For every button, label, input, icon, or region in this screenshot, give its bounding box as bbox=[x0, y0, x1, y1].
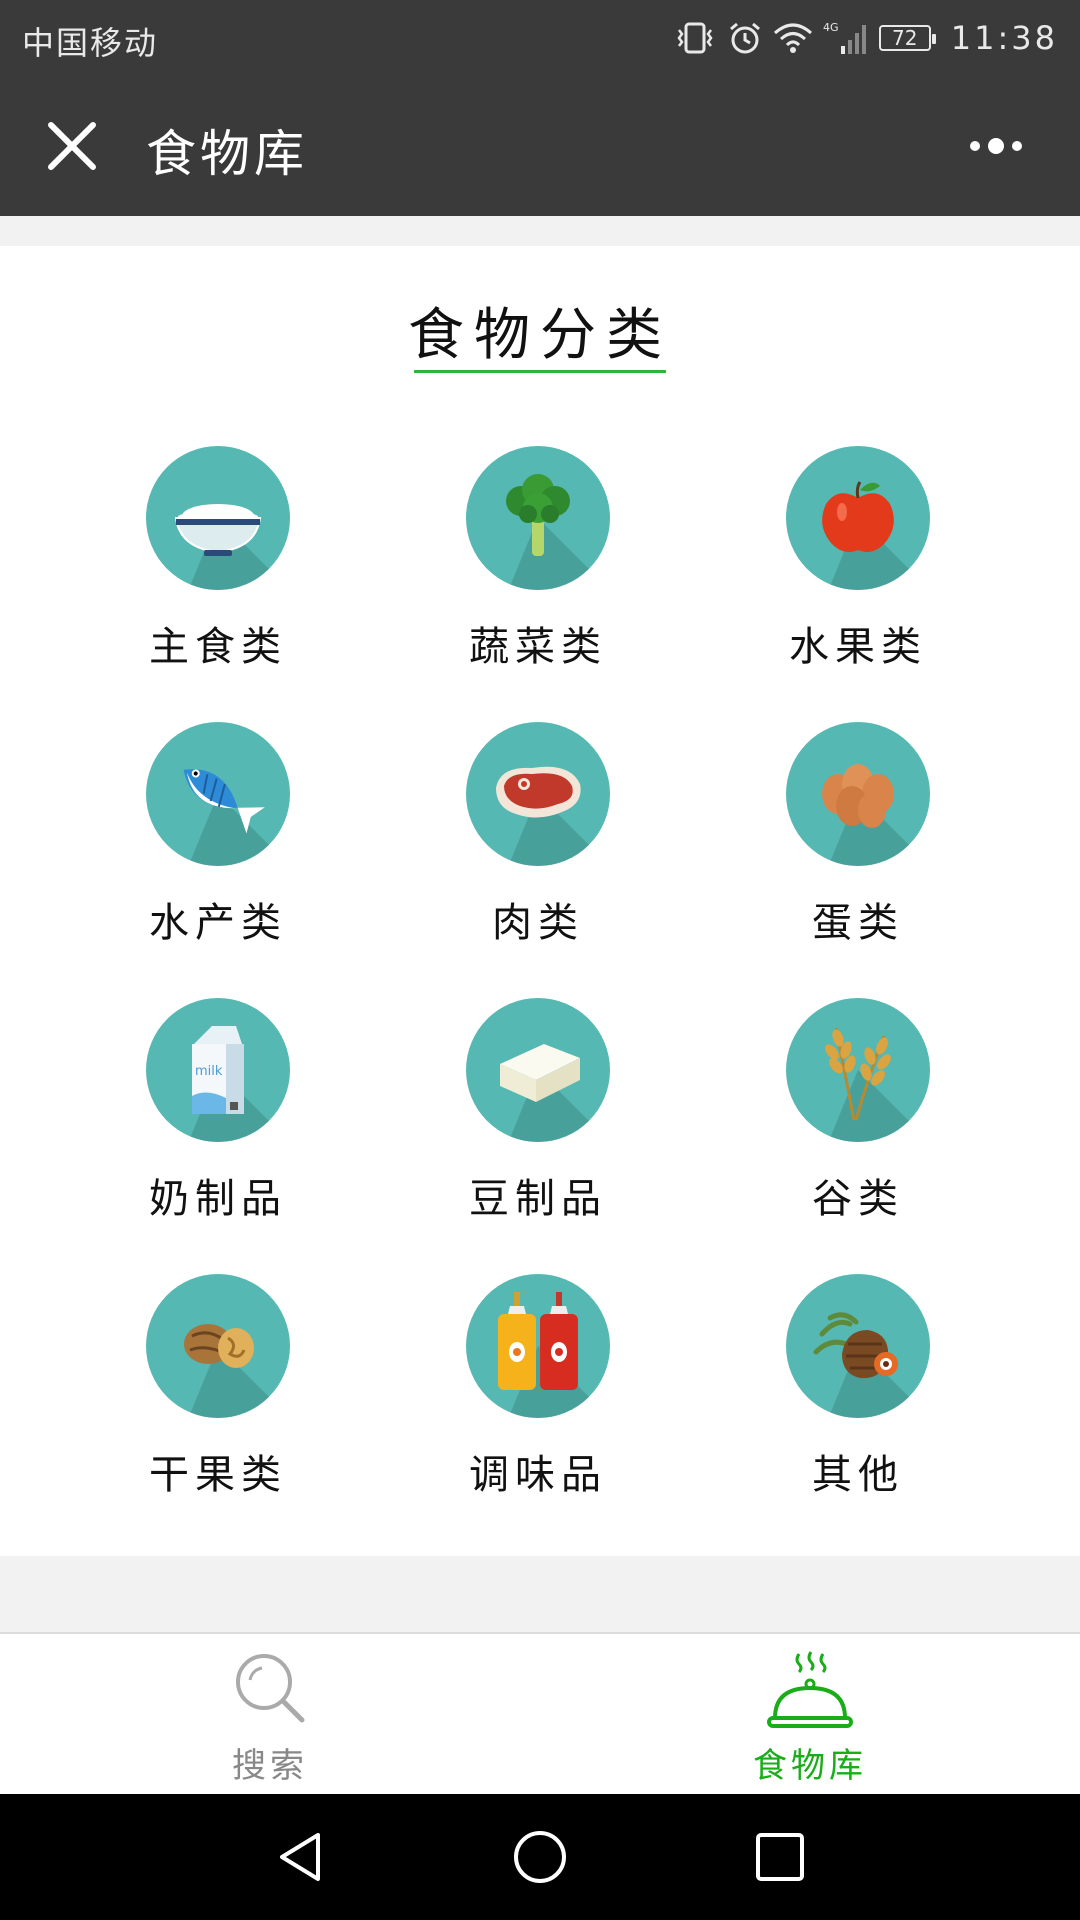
nav-home-button[interactable] bbox=[512, 1829, 568, 1885]
home-icon bbox=[514, 1831, 566, 1883]
status-icons: 4G 72 11:38 bbox=[673, 14, 1058, 62]
category-label: 蔬菜类 bbox=[469, 624, 607, 670]
milk-carton-icon: milk bbox=[146, 998, 290, 1142]
category-label: 谷类 bbox=[812, 1176, 904, 1222]
wheat-icon bbox=[786, 998, 930, 1142]
category-item-vegetable[interactable]: 蔬菜类 bbox=[376, 446, 696, 706]
fish-icon bbox=[146, 722, 290, 866]
category-item-other[interactable]: 其他 bbox=[696, 1274, 1016, 1534]
others-icon bbox=[786, 1274, 930, 1418]
food-category-card: 食物分类 主食类 蔬菜类 水果类 水产类 肉类 蛋类 milk 奶制品 豆制品 … bbox=[0, 246, 1080, 1556]
search-icon bbox=[236, 1654, 305, 1723]
category-item-egg[interactable]: 蛋类 bbox=[696, 722, 1016, 982]
category-item-meat[interactable]: 肉类 bbox=[376, 722, 696, 982]
wifi-icon bbox=[773, 21, 813, 55]
category-label: 豆制品 bbox=[469, 1176, 607, 1222]
tab-food-library[interactable]: 食物库 bbox=[540, 1634, 1080, 1796]
more-button[interactable] bbox=[946, 126, 1046, 166]
bottom-tab-bar: 搜索 食物库 bbox=[0, 1632, 1080, 1796]
broccoli-icon bbox=[466, 446, 610, 590]
vibrate-icon bbox=[673, 21, 717, 55]
rice-bowl-icon bbox=[146, 446, 290, 590]
category-label: 干果类 bbox=[149, 1452, 287, 1498]
carrier-name: 中国移动 bbox=[22, 24, 159, 62]
app-title: 食物库 bbox=[146, 125, 308, 183]
network-type: 4G bbox=[823, 21, 839, 34]
more-icon-dot bbox=[988, 138, 1004, 154]
more-icon bbox=[970, 141, 980, 151]
title-underline bbox=[414, 370, 666, 373]
close-icon bbox=[48, 122, 96, 170]
clock: 11:38 bbox=[950, 19, 1058, 57]
category-label: 水果类 bbox=[789, 624, 927, 670]
close-button[interactable] bbox=[40, 114, 104, 178]
tab-search-label: 搜索 bbox=[232, 1746, 308, 1786]
apple-icon bbox=[786, 446, 930, 590]
signal-icon: 4G bbox=[823, 20, 869, 56]
battery-indicator: 72 bbox=[878, 25, 936, 51]
nav-recents-button[interactable] bbox=[752, 1829, 808, 1885]
category-label: 水产类 bbox=[149, 900, 287, 946]
eggs-icon bbox=[786, 722, 930, 866]
section-title: 食物分类 bbox=[408, 303, 672, 368]
tab-food-library-icon-wrap bbox=[540, 1650, 1080, 1730]
category-item-grain[interactable]: 谷类 bbox=[696, 998, 1016, 1258]
category-label: 其他 bbox=[812, 1452, 904, 1498]
condiment-bottles-icon bbox=[466, 1274, 610, 1418]
status-bar: 中国移动 4G 72 11:38 bbox=[0, 0, 1080, 76]
category-item-fruit[interactable]: 水果类 bbox=[696, 446, 1016, 706]
app-bar: 食物库 bbox=[0, 76, 1080, 216]
tab-search-icon-wrap bbox=[0, 1650, 540, 1730]
category-item-nuts[interactable]: 干果类 bbox=[56, 1274, 376, 1534]
category-label: 调味品 bbox=[469, 1452, 607, 1498]
category-item-soy[interactable]: 豆制品 bbox=[376, 998, 696, 1258]
svg-text:milk: milk bbox=[195, 1064, 223, 1079]
nav-back-button[interactable] bbox=[272, 1829, 328, 1885]
category-item-dairy[interactable]: milk 奶制品 bbox=[56, 998, 376, 1258]
system-nav-bar bbox=[0, 1794, 1080, 1920]
alarm-icon bbox=[727, 20, 763, 56]
category-item-condiment[interactable]: 调味品 bbox=[376, 1274, 696, 1534]
back-icon bbox=[280, 1833, 320, 1881]
category-label: 主食类 bbox=[149, 624, 287, 670]
walnut-icon bbox=[146, 1274, 290, 1418]
category-item-seafood[interactable]: 水产类 bbox=[56, 722, 376, 982]
category-label: 肉类 bbox=[492, 900, 584, 946]
tab-food-library-label: 食物库 bbox=[753, 1746, 867, 1786]
tab-search[interactable]: 搜索 bbox=[0, 1634, 540, 1796]
category-item-staple[interactable]: 主食类 bbox=[56, 446, 376, 706]
recents-icon bbox=[756, 1833, 804, 1881]
more-icon-dot bbox=[1012, 141, 1022, 151]
steak-icon bbox=[466, 722, 610, 866]
category-label: 奶制品 bbox=[149, 1176, 287, 1222]
food-cloche-icon bbox=[767, 1651, 853, 1728]
tofu-icon bbox=[466, 998, 610, 1142]
category-label: 蛋类 bbox=[812, 900, 904, 946]
